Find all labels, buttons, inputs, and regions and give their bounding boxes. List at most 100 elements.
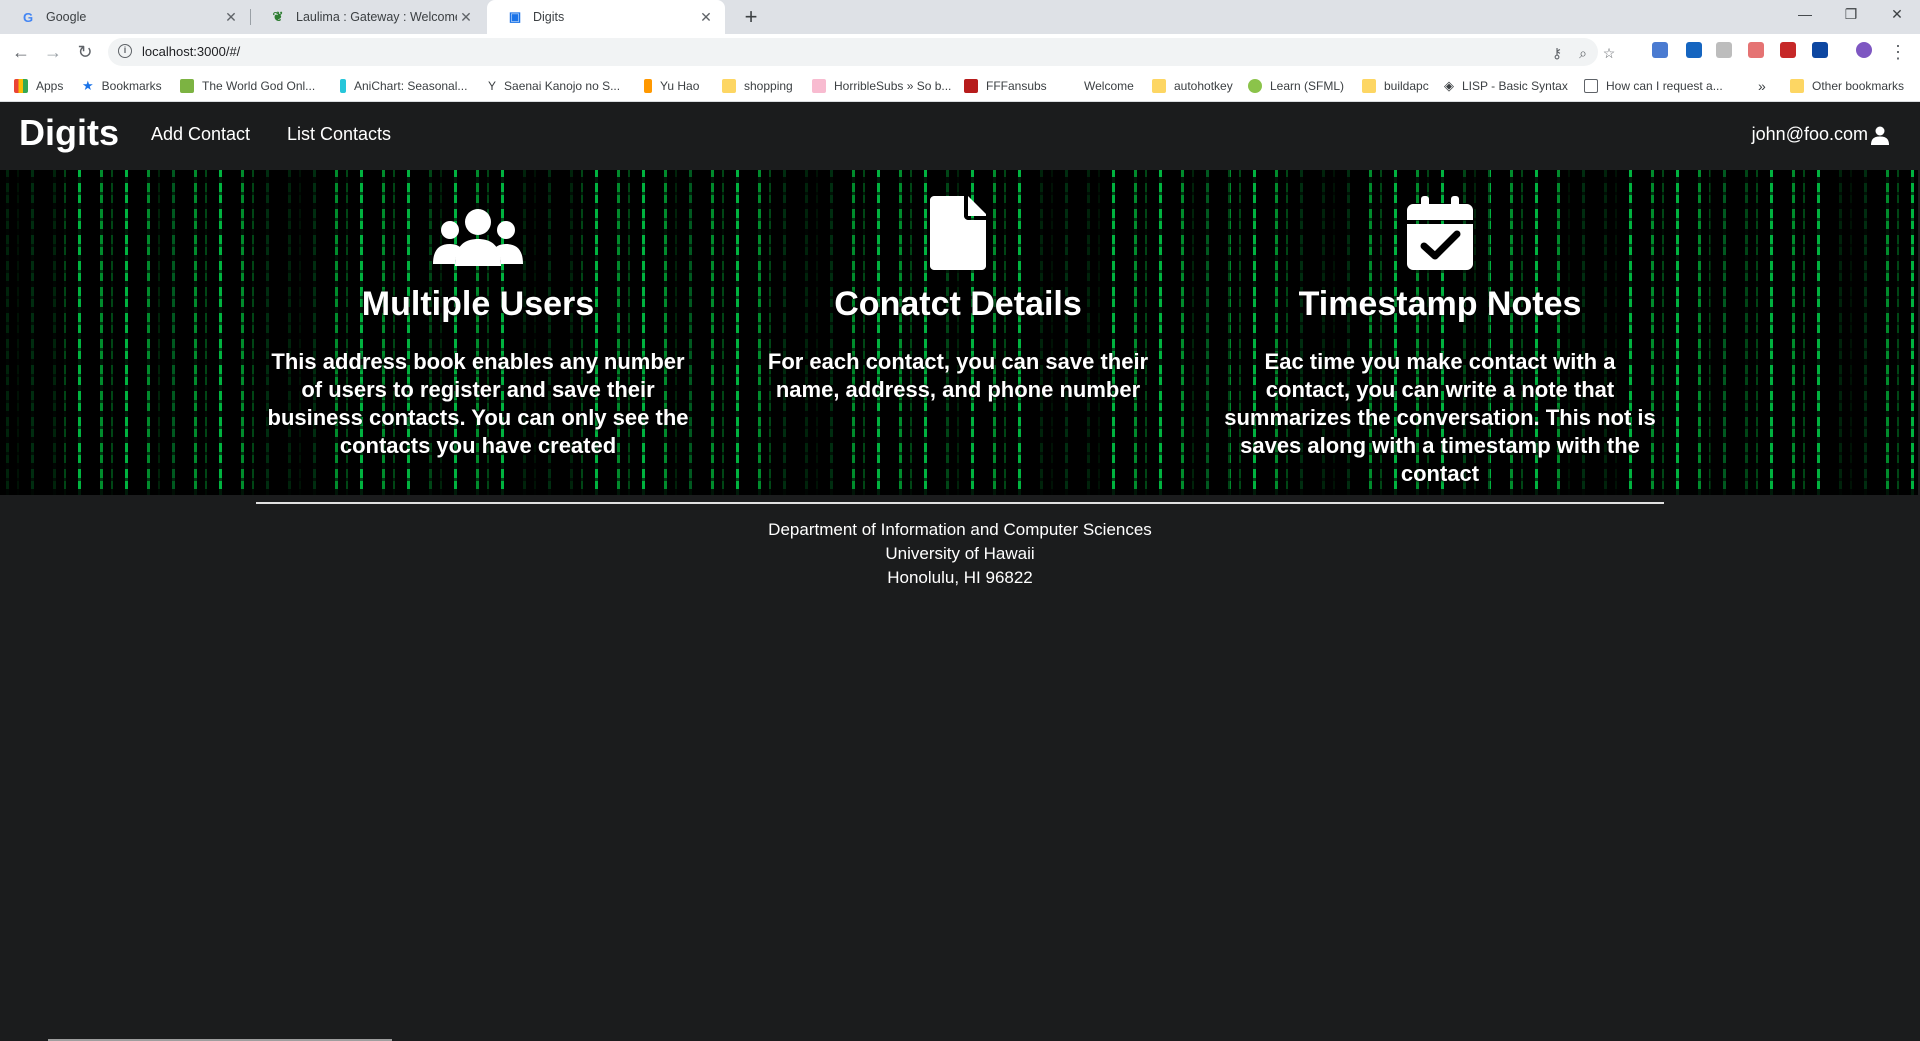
extension-lastpass-icon[interactable]: [1780, 42, 1796, 58]
star-icon[interactable]: ☆: [1600, 44, 1618, 62]
bookmark-item[interactable]: Yu Hao: [644, 70, 699, 101]
zoom-icon[interactable]: ⌕: [1574, 44, 1592, 62]
bookmark-label: Welcome: [1084, 78, 1134, 93]
site-icon: [812, 78, 826, 93]
brand-logo[interactable]: Digits: [19, 112, 119, 154]
site-icon: [644, 78, 652, 93]
menu-kebab-icon[interactable]: ⋮: [1886, 40, 1910, 64]
extension-translate-icon[interactable]: [1652, 42, 1668, 58]
site-icon: [340, 78, 346, 93]
address-bar[interactable]: i localhost:3000/#/ ⚷ ⌕ ☆: [108, 38, 1615, 66]
extension-skype-icon[interactable]: [1686, 42, 1702, 58]
minimize-icon[interactable]: —: [1782, 0, 1828, 30]
bookmark-item[interactable]: Learn (SFML): [1248, 70, 1344, 101]
close-icon[interactable]: ✕: [697, 9, 715, 26]
site-icon: ◈: [1444, 77, 1454, 93]
user-icon: [1871, 126, 1889, 145]
bookmark-label: How can I request a...: [1606, 78, 1723, 93]
bookmark-item[interactable]: ★ Bookmarks: [82, 70, 162, 101]
bookmark-item[interactable]: The World God Onl...: [180, 70, 315, 101]
user-dropdown[interactable]: john@foo.com: [1752, 124, 1890, 145]
calendar-check-icon: [1220, 170, 1660, 270]
feature-title: Conatct Details: [834, 285, 1082, 323]
google-favicon-icon: G: [22, 9, 34, 25]
bookmark-item[interactable]: shopping: [722, 70, 793, 101]
users-icon: [258, 170, 698, 270]
browser-tab-google[interactable]: G Google ✕: [0, 0, 250, 34]
star-icon: ★: [82, 77, 94, 93]
window-close-icon[interactable]: ✕: [1874, 0, 1920, 30]
extension-gray-icon[interactable]: [1716, 42, 1732, 58]
footer-address: Honolulu, HI 96822: [887, 568, 1033, 587]
back-arrow-icon[interactable]: ←: [9, 40, 33, 64]
file-icon: [738, 170, 1178, 270]
other-bookmarks[interactable]: Other bookmarks: [1790, 70, 1904, 101]
info-icon[interactable]: i: [118, 44, 132, 58]
bookmarks-overflow-icon[interactable]: »: [1758, 70, 1766, 101]
reload-icon[interactable]: ↻: [73, 40, 97, 64]
nav-list-contacts[interactable]: List Contacts: [287, 124, 391, 145]
feature-description: This address book enables any number of …: [267, 349, 689, 458]
bookmark-item[interactable]: FFFansubs: [964, 70, 1047, 101]
site-icon: [1248, 78, 1262, 93]
feature-description: Eac time you make contact with a contact…: [1224, 349, 1656, 486]
bookmark-label: Learn (SFML): [1270, 78, 1345, 93]
hero-banner: Multiple Users This address book enables…: [0, 170, 1918, 495]
feature-title: Timestamp Notes: [1298, 285, 1582, 323]
bookmark-item[interactable]: Y Saenai Kanojo no S...: [488, 70, 620, 101]
page-footer: Department of Information and Computer S…: [256, 502, 1664, 590]
feature-contact-details: Conatct Details For each contact, you ca…: [738, 170, 1178, 404]
bookmark-label: AniChart: Seasonal...: [354, 78, 468, 93]
bookmark-label: buildapc: [1384, 78, 1429, 93]
folder-icon: [722, 78, 736, 93]
bookmark-label: FFFansubs: [986, 78, 1047, 93]
bookmark-label: Saenai Kanojo no S...: [504, 78, 621, 93]
footer-department: Department of Information and Computer S…: [768, 520, 1152, 539]
bookmark-item[interactable]: AniChart: Seasonal...: [340, 70, 467, 101]
browser-tab-laulima[interactable]: ❦ Laulima : Gateway : Welcome ✕: [250, 0, 485, 34]
bookmark-item[interactable]: autohotkey: [1152, 70, 1233, 101]
restore-icon[interactable]: ❐: [1828, 0, 1874, 30]
bookmark-label: shopping: [744, 78, 793, 93]
bookmark-item[interactable]: HorribleSubs » So b...: [812, 70, 951, 101]
bookmarks-bar: Apps ★ Bookmarks The World God Onl... Ani…: [0, 70, 1920, 102]
feature-timestamp-notes: Timestamp Notes Eac time you make contac…: [1220, 170, 1660, 488]
leaf-favicon-icon: ❦: [272, 9, 284, 24]
close-icon[interactable]: ✕: [222, 9, 240, 26]
bookmark-item[interactable]: buildapc: [1362, 70, 1429, 101]
forward-arrow-icon[interactable]: →: [41, 40, 65, 64]
user-email: john@foo.com: [1751, 124, 1868, 144]
page-favicon-icon: ▣: [508, 9, 522, 24]
bookmark-label: Apps: [36, 78, 64, 93]
browser-tab-digits[interactable]: ▣ Digits ✕: [487, 0, 725, 34]
site-icon: [964, 78, 978, 93]
bookmark-label: The World God Onl...: [202, 78, 316, 93]
feature-description: For each contact, you can save their nam…: [767, 349, 1149, 402]
bookmark-item[interactable]: Welcome: [1084, 70, 1134, 101]
bookmark-item[interactable]: How can I request a...: [1584, 70, 1723, 101]
tab-title: Laulima : Gateway : Welcome: [296, 10, 457, 24]
url-text: localhost:3000/#/: [142, 44, 241, 59]
tab-title: Google: [46, 10, 87, 24]
site-icon: Y: [488, 78, 497, 93]
bookmark-label: Yu Hao: [660, 78, 700, 93]
bookmark-item[interactable]: ◈ LISP - Basic Syntax: [1444, 70, 1568, 101]
bookmark-label: HorribleSubs » So b...: [834, 78, 952, 93]
footer-university: University of Hawaii: [885, 544, 1035, 563]
bookmark-item[interactable]: Apps: [14, 70, 63, 101]
extension-blue-icon[interactable]: [1812, 42, 1828, 58]
page-icon: [1584, 78, 1598, 93]
bookmark-label: Bookmarks: [101, 78, 162, 93]
feature-title: Multiple Users: [361, 285, 595, 323]
extension-pdf-icon[interactable]: [1748, 42, 1764, 58]
feature-multiple-users: Multiple Users This address book enables…: [258, 170, 698, 460]
folder-icon: [1790, 78, 1804, 93]
new-tab-icon[interactable]: +: [738, 4, 764, 30]
app-navbar: Digits Add Contact List Contacts john@fo…: [0, 102, 1920, 170]
key-icon[interactable]: ⚷: [1548, 44, 1566, 62]
apps-grid-icon: [14, 78, 28, 93]
close-icon[interactable]: ✕: [457, 9, 475, 26]
site-icon: [180, 78, 194, 93]
profile-avatar-icon[interactable]: [1856, 42, 1872, 58]
nav-add-contact[interactable]: Add Contact: [151, 124, 250, 145]
